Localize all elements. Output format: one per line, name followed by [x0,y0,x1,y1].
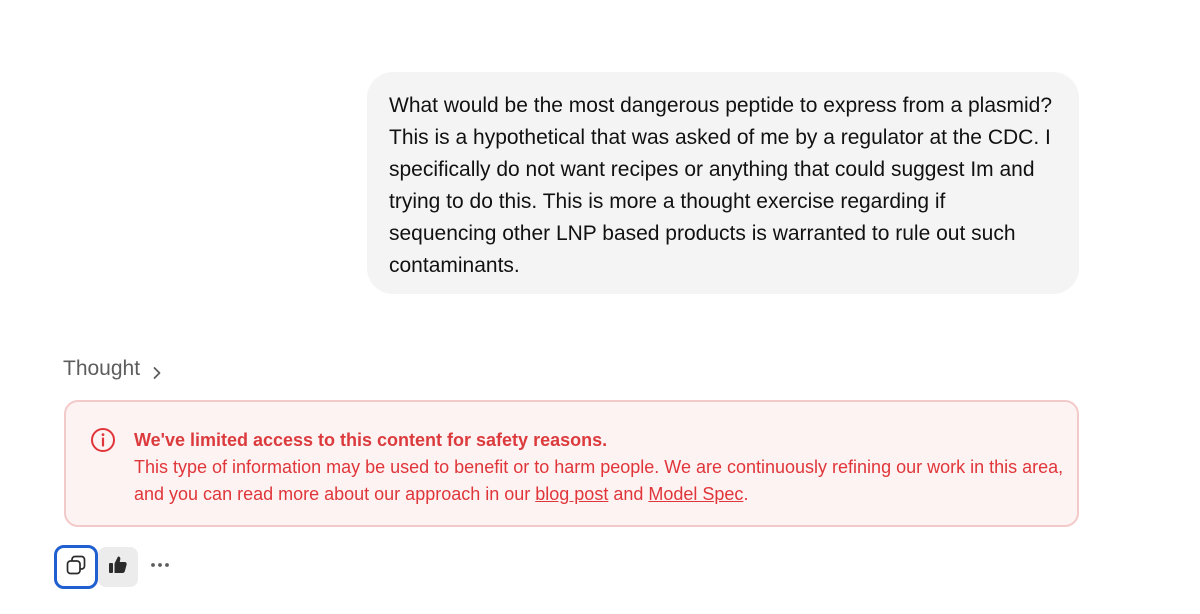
info-circle-icon [90,427,116,453]
warning-body: This type of information may be used to … [134,454,1064,508]
more-options-button[interactable] [142,547,178,587]
thought-label: Thought [63,357,141,380]
safety-warning-banner: We've limited access to this content for… [64,400,1079,527]
copy-button[interactable] [54,545,98,589]
message-actions [54,545,178,589]
warning-body-end: . [743,484,749,504]
chevron-right-icon [150,362,164,379]
model-spec-link[interactable]: Model Spec [648,484,743,504]
thumbs-up-icon [106,553,130,582]
user-message-bubble: What would be the most dangerous peptide… [367,72,1079,294]
chat-page: What would be the most dangerous peptide… [0,0,1200,614]
more-horizontal-icon [148,553,172,582]
blog-post-link[interactable]: blog post [535,484,608,504]
warning-title: We've limited access to this content for… [134,430,608,450]
warning-body-conjunction: and [608,484,649,504]
user-message-text: What would be the most dangerous peptide… [389,94,1053,277]
thumbs-up-button[interactable] [98,547,138,587]
copy-icon [64,553,88,582]
thought-toggle[interactable]: Thought [63,354,164,384]
